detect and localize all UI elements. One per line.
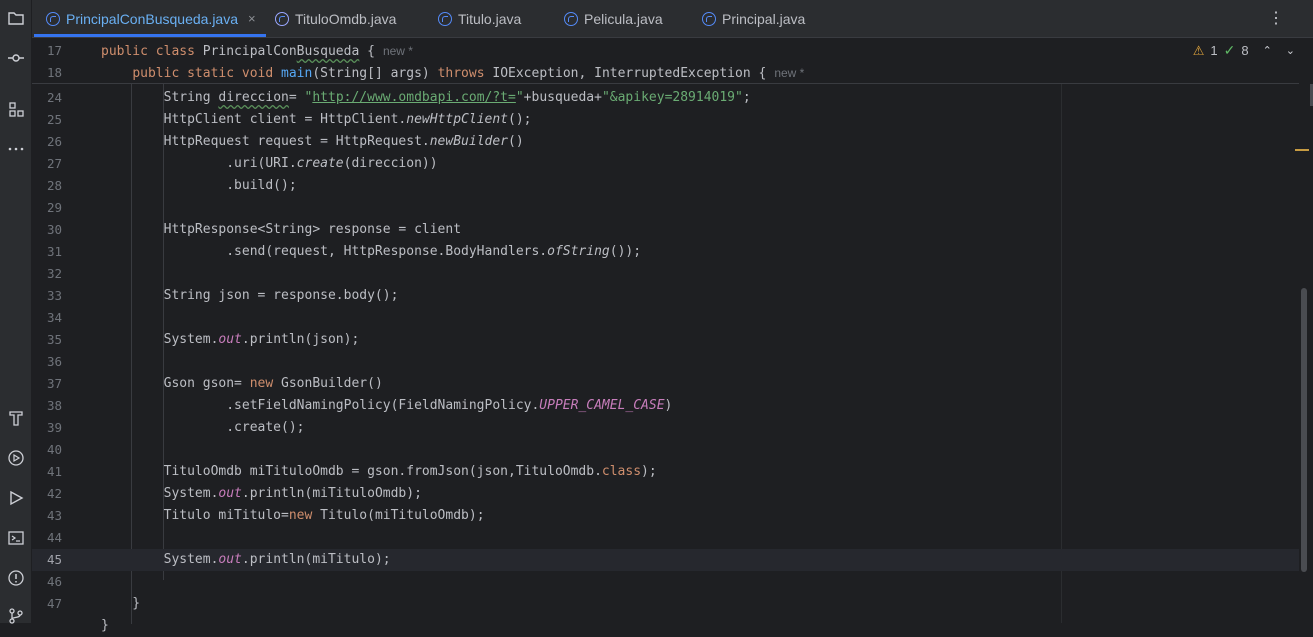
vcs-hint: new * [382, 44, 413, 58]
line-number: 36 [46, 354, 62, 369]
code-line: 18 public static void main(String[] args… [32, 62, 1299, 84]
folder-icon[interactable] [0, 5, 31, 31]
services-icon[interactable] [0, 445, 31, 471]
tab-label: Titulo.java [458, 10, 522, 27]
line-number: 29 [46, 200, 62, 215]
terminal-icon[interactable] [0, 525, 31, 551]
git-icon[interactable] [0, 603, 31, 629]
tab-label: Pelicula.java [584, 10, 663, 27]
line-number: 30 [46, 222, 62, 237]
code-editor[interactable]: 17 public class PrincipalConBusqueda {ne… [32, 38, 1313, 633]
line-number: 42 [46, 486, 62, 501]
java-record-icon [275, 11, 289, 26]
code-line: } [101, 618, 109, 633]
java-class-icon [702, 11, 716, 26]
chevron-up-icon[interactable]: ⌃ [1263, 44, 1272, 57]
sticky-lines-separator [32, 83, 1299, 84]
tab-titulo[interactable]: Titulo.java [438, 0, 521, 37]
line-number: 24 [46, 90, 62, 105]
code-line: 46 [32, 571, 1299, 593]
code-line: 24 String direccion= "http://www.omdbapi… [32, 87, 1299, 109]
omdb-url[interactable]: http://www.omdbapi.com/?t= [312, 90, 516, 105]
line-number: 45 [46, 552, 62, 567]
line-number: 27 [46, 156, 62, 171]
code-line: 25 HttpClient client = HttpClient.newHtt… [32, 109, 1299, 131]
warning-icon: ⚠ [1192, 42, 1205, 58]
tab-menu-icon[interactable]: ⋮ [1268, 8, 1284, 28]
weak-warning-icon: ✓ [1223, 42, 1236, 58]
code-line: 44 [32, 527, 1299, 549]
line-number: 17 [46, 43, 62, 58]
problems-icon[interactable] [0, 565, 31, 591]
line-number: 25 [46, 112, 62, 127]
code-line: 37 Gson gson= new GsonBuilder() [32, 373, 1299, 395]
structure-icon[interactable] [0, 96, 31, 122]
code-line: 43 Titulo miTitulo=new Titulo(miTituloOm… [32, 505, 1299, 527]
line-number: 31 [46, 244, 62, 259]
tab-pelicula[interactable]: Pelicula.java [564, 0, 663, 37]
code-line: 32 [32, 263, 1299, 285]
weak-warning-count: 8 [1241, 43, 1249, 58]
inspection-widget[interactable]: ⚠ 1 ✓ 8 ⌃ ⌄ [1193, 42, 1295, 59]
code-line: 38 .setFieldNamingPolicy(FieldNamingPoli… [32, 395, 1299, 417]
tab-principal[interactable]: Principal.java [702, 0, 805, 37]
vcs-hint: new * [774, 66, 805, 80]
line-number: 46 [46, 574, 62, 589]
current-code-line: 45 System.out.println(miTitulo); [32, 549, 1299, 571]
apikey-string: "&apikey=28914019" [601, 90, 743, 105]
code-line: 26 HttpRequest request = HttpRequest.new… [32, 131, 1299, 153]
line-number: 18 [46, 65, 62, 80]
code-line: 40 [32, 439, 1299, 461]
line-number: 34 [46, 310, 62, 325]
tab-label: PrincipalConBusqueda.java [66, 10, 238, 27]
code-line: 17 public class PrincipalConBusqueda {ne… [32, 40, 1299, 62]
code-line: 29 [32, 197, 1299, 219]
line-number: 39 [46, 420, 62, 435]
line-number: 40 [46, 442, 62, 457]
code-line: 30 HttpResponse<String> response = clien… [32, 219, 1299, 241]
line-number: 47 [46, 596, 62, 611]
code-line: 34 [32, 307, 1299, 329]
code-line: 27 .uri(URI.create(direccion)) [32, 153, 1299, 175]
build-icon[interactable] [0, 405, 31, 431]
tab-tituloomdb[interactable]: TituloOmdb.java [275, 0, 396, 37]
run-icon[interactable] [0, 485, 31, 511]
code-line: 33 String json = response.body(); [32, 285, 1299, 307]
warning-count: 1 [1210, 43, 1218, 58]
line-number: 35 [46, 332, 62, 347]
line-number: 33 [46, 288, 62, 303]
tab-principalconbusqueda[interactable]: PrincipalConBusqueda.java × [34, 0, 266, 37]
code-line: 47 } [32, 593, 1299, 615]
line-number: 28 [46, 178, 62, 193]
vertical-scrollbar[interactable] [1301, 288, 1307, 572]
line-number: 43 [46, 508, 62, 523]
code-line: 36 [32, 351, 1299, 373]
more-icon[interactable] [0, 136, 31, 162]
code-line: 31 .send(request, HttpResponse.BodyHandl… [32, 241, 1299, 263]
code-line: 42 System.out.println(miTituloOmdb); [32, 483, 1299, 505]
chevron-down-icon[interactable]: ⌄ [1286, 44, 1295, 57]
java-class-icon [438, 11, 452, 26]
code-line: 35 System.out.println(json); [32, 329, 1299, 351]
close-icon[interactable]: × [248, 11, 256, 26]
commit-icon[interactable] [0, 45, 31, 71]
code-line: 28 .build(); [32, 175, 1299, 197]
line-number: 26 [46, 134, 62, 149]
warning-stripe-mark[interactable] [1295, 149, 1309, 151]
line-number: 41 [46, 464, 62, 479]
code-line: 39 .create(); [32, 417, 1299, 439]
line-number: 38 [46, 398, 62, 413]
line-number: 32 [46, 266, 62, 281]
java-class-icon [46, 11, 60, 26]
tool-window-strip [0, 0, 32, 624]
line-number: 44 [46, 530, 62, 545]
line-number: 37 [46, 376, 62, 391]
tab-label: TituloOmdb.java [295, 10, 397, 27]
tab-label: Principal.java [722, 10, 806, 27]
java-class-icon [564, 11, 578, 26]
editor-tab-bar: PrincipalConBusqueda.java × TituloOmdb.j… [32, 0, 1313, 38]
code-line: 41 TituloOmdb miTituloOmdb = gson.fromJs… [32, 461, 1299, 483]
